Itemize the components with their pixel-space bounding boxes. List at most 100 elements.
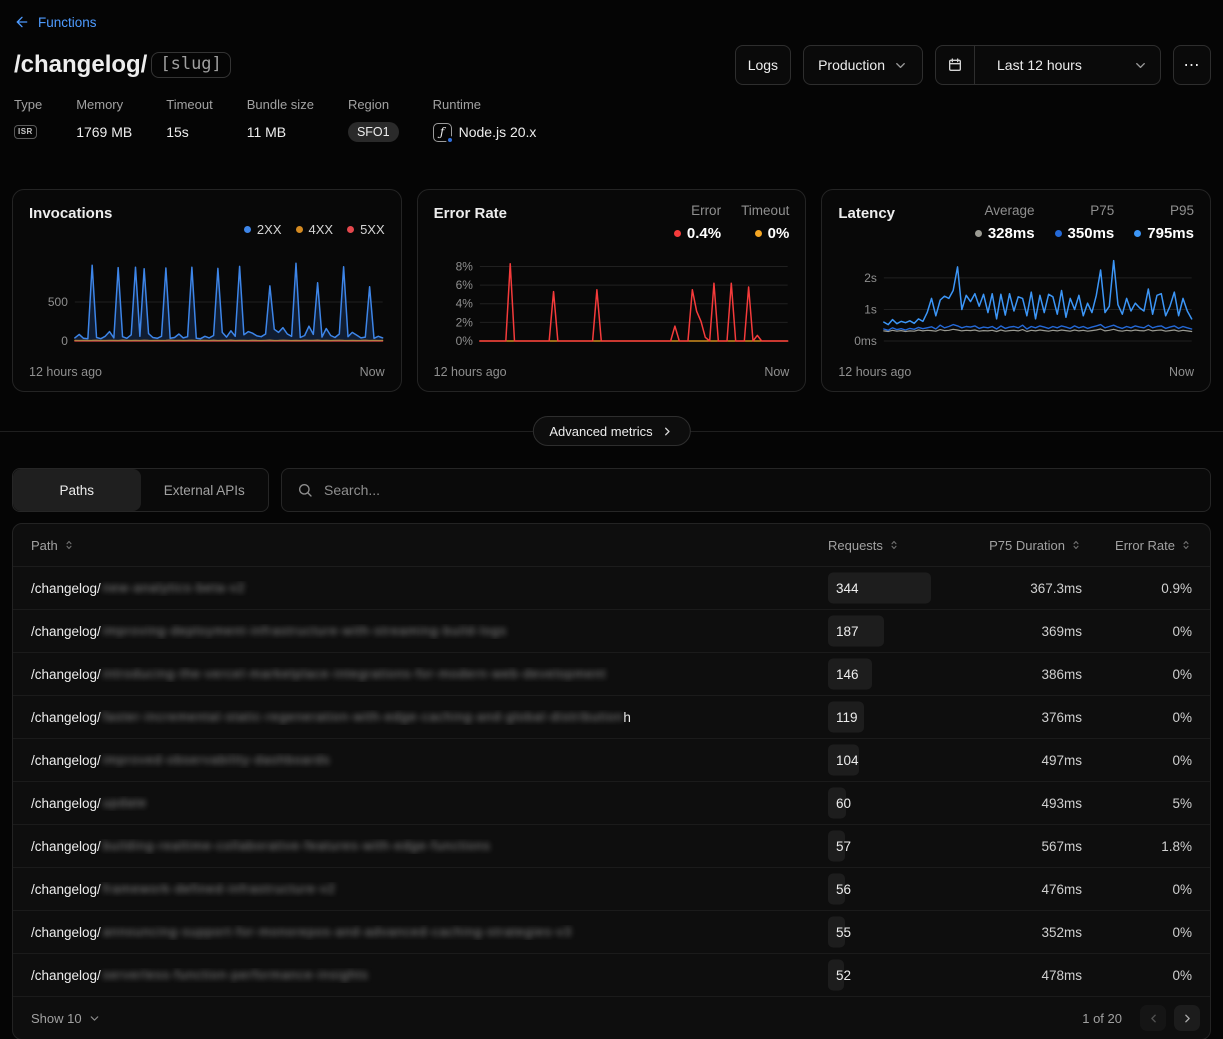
path-prefix: /changelog/ bbox=[31, 839, 101, 854]
column-header-requests[interactable]: Requests bbox=[828, 538, 949, 553]
table-row[interactable]: /changelog/serverless-function-performan… bbox=[13, 954, 1210, 997]
page-size-select[interactable]: Show 10 bbox=[31, 1011, 101, 1026]
timeout-rate-value: 0% bbox=[768, 225, 790, 242]
column-header-p75-duration[interactable]: P75 Duration bbox=[949, 538, 1082, 553]
pagination: 1 of 20 bbox=[1082, 1005, 1200, 1031]
p75-duration-value: 386ms bbox=[949, 667, 1082, 682]
p95-legend-label: P95 bbox=[1170, 203, 1194, 218]
calendar-icon bbox=[947, 57, 963, 73]
chevron-right-icon bbox=[1181, 1012, 1194, 1025]
previous-page-button[interactable] bbox=[1140, 1005, 1166, 1031]
next-page-button[interactable] bbox=[1174, 1005, 1200, 1031]
chevron-up-down-icon bbox=[1070, 539, 1082, 551]
requests-cell: 344 bbox=[828, 567, 949, 609]
p75-latency-value: 350ms bbox=[1068, 225, 1115, 242]
svg-text:0: 0 bbox=[61, 334, 68, 348]
more-actions-button[interactable]: ⋯ bbox=[1173, 45, 1211, 85]
table-row[interactable]: /changelog/introducing-the-vercel-market… bbox=[13, 653, 1210, 696]
advanced-metrics-button[interactable]: Advanced metrics bbox=[532, 416, 690, 446]
tab-external-apis[interactable]: External APIs bbox=[141, 469, 269, 511]
function-runtime-icon: ƒ bbox=[433, 123, 452, 142]
error-rate-value: 5% bbox=[1082, 796, 1192, 811]
table-row[interactable]: /changelog/new-analytics-beta-v2 344 367… bbox=[13, 567, 1210, 610]
column-header-error-rate[interactable]: Error Rate bbox=[1082, 538, 1192, 553]
error-rate-value: 0% bbox=[1082, 753, 1192, 768]
table-row[interactable]: /changelog/improved-observability-dashbo… bbox=[13, 739, 1210, 782]
list-controls: Paths External APIs bbox=[12, 468, 1211, 512]
back-to-functions-link[interactable]: Functions bbox=[14, 14, 97, 30]
table-row[interactable]: /changelog/improving-deployment-infrastr… bbox=[13, 610, 1210, 653]
redacted-slug: update bbox=[103, 796, 147, 810]
path-cell: /changelog/faster-incremental-static-reg… bbox=[31, 710, 828, 725]
time-range-picker[interactable]: Last 12 hours bbox=[935, 45, 1161, 85]
page-indicator: 1 of 20 bbox=[1082, 1011, 1122, 1026]
function-metadata: Type ISR Memory 1769 MB Timeout 15s Bund… bbox=[14, 97, 1211, 143]
invocations-legend: 2XX 4XX 5XX bbox=[244, 203, 385, 251]
path-prefix: /changelog/ bbox=[31, 882, 101, 897]
tab-paths[interactable]: Paths bbox=[13, 469, 141, 511]
column-header-path[interactable]: Path bbox=[31, 538, 828, 553]
meta-region: Region SFO1 bbox=[348, 97, 399, 143]
error-rate-value: 0% bbox=[1082, 925, 1192, 940]
requests-value: 187 bbox=[828, 624, 859, 639]
requests-cell: 52 bbox=[828, 954, 949, 996]
meta-memory: Memory 1769 MB bbox=[76, 97, 132, 143]
meta-region-label: Region bbox=[348, 97, 399, 113]
requests-cell: 104 bbox=[828, 739, 949, 781]
requests-cell: 57 bbox=[828, 825, 949, 867]
page-size-label: Show 10 bbox=[31, 1011, 82, 1026]
calendar-button[interactable] bbox=[936, 46, 975, 84]
path-prefix: /changelog/ bbox=[31, 581, 101, 596]
table-row[interactable]: /changelog/building-realtime-collaborati… bbox=[13, 825, 1210, 868]
x-axis-start-label: 12 hours ago bbox=[29, 365, 102, 379]
path-cell: /changelog/announcing-support-for-monore… bbox=[31, 925, 828, 940]
x-axis-end-label: Now bbox=[360, 365, 385, 379]
environment-dropdown[interactable]: Production bbox=[803, 45, 923, 85]
functions-detail-page: Functions /changelog/ [slug] Logs Produc… bbox=[0, 0, 1223, 1039]
path-prefix: /changelog/ bbox=[31, 667, 101, 682]
path-prefix: /changelog/ bbox=[31, 710, 101, 725]
path-cell: /changelog/improved-observability-dashbo… bbox=[31, 753, 828, 768]
table-row[interactable]: /changelog/framework-defined-infrastruct… bbox=[13, 868, 1210, 911]
path-cell: /changelog/new-analytics-beta-v2 bbox=[31, 581, 828, 596]
logs-button-label: Logs bbox=[748, 57, 778, 73]
table-row[interactable]: /changelog/announcing-support-for-monore… bbox=[13, 911, 1210, 954]
p75-duration-value: 367.3ms bbox=[949, 581, 1082, 596]
chevron-down-icon bbox=[88, 1012, 101, 1025]
title-row: /changelog/ [slug] Logs Production Last … bbox=[12, 43, 1211, 87]
meta-memory-label: Memory bbox=[76, 97, 132, 113]
error-rate-card: Error Rate Error 0.4% Timeout 0% 0%2%4%6… bbox=[417, 189, 807, 392]
svg-text:500: 500 bbox=[48, 295, 68, 309]
requests-value: 52 bbox=[828, 968, 851, 983]
p75-duration-value: 352ms bbox=[949, 925, 1082, 940]
meta-timeout: Timeout 15s bbox=[166, 97, 212, 143]
legend-dot-2xx bbox=[244, 226, 251, 233]
search-input[interactable] bbox=[324, 482, 1195, 498]
metrics-cards: Invocations 2XX 4XX 5XX 0500 12 hours ag… bbox=[12, 189, 1211, 392]
arrow-left-icon bbox=[14, 14, 30, 30]
chevron-down-icon bbox=[1133, 58, 1148, 73]
meta-bundle-label: Bundle size bbox=[247, 97, 314, 113]
path-cell: /changelog/update bbox=[31, 796, 828, 811]
path-trailing: h bbox=[623, 710, 631, 725]
search-bar[interactable] bbox=[281, 468, 1211, 512]
legend-dot-p95 bbox=[1134, 230, 1141, 237]
invocations-chart: 0 500 bbox=[29, 253, 385, 357]
requests-value: 146 bbox=[828, 667, 859, 682]
average-legend-label: Average bbox=[985, 203, 1035, 218]
node-dot-icon bbox=[446, 136, 454, 144]
logs-button[interactable]: Logs bbox=[735, 45, 791, 85]
table-row[interactable]: /changelog/faster-incremental-static-reg… bbox=[13, 696, 1210, 739]
redacted-slug: serverless-function-performance-insights bbox=[103, 968, 369, 982]
p75-duration-value: 376ms bbox=[949, 710, 1082, 725]
error-rate-value: 0% bbox=[1082, 667, 1192, 682]
ellipsis-icon: ⋯ bbox=[1184, 55, 1201, 75]
path-prefix: /changelog/ bbox=[31, 624, 101, 639]
redacted-slug: improved-observability-dashboards bbox=[103, 753, 331, 767]
path-prefix: /changelog/ bbox=[31, 796, 101, 811]
p75-duration-value: 369ms bbox=[949, 624, 1082, 639]
error-rate-value: 0.9% bbox=[1082, 581, 1192, 596]
table-row[interactable]: /changelog/update 60 493ms 5% bbox=[13, 782, 1210, 825]
requests-value: 60 bbox=[828, 796, 851, 811]
redacted-slug: framework-defined-infrastructure-v2 bbox=[103, 882, 336, 896]
